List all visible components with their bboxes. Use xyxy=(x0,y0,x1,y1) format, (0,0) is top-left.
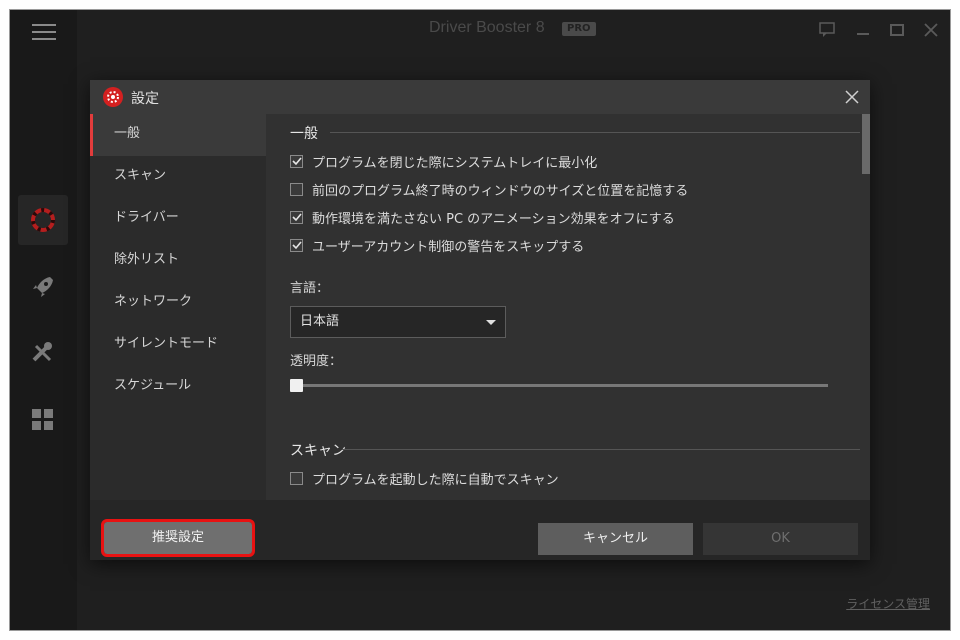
pro-badge: PRO xyxy=(562,22,596,36)
option-label: ユーザーアカウント制御の警告をスキップする xyxy=(312,239,585,255)
nav-action-center-icon[interactable] xyxy=(18,395,68,445)
minimize-icon[interactable] xyxy=(853,20,873,40)
transparency-label: 透明度： xyxy=(290,354,343,369)
cancel-button[interactable]: キャンセル xyxy=(538,523,693,555)
option-label: プログラムを閉じた際にシステムトレイに最小化 xyxy=(312,155,598,171)
option-remember-window-size[interactable]: 前回のプログラム終了時のウィンドウのサイズと位置を記憶する xyxy=(290,179,688,199)
settings-content: 一般 プログラムを閉じた際にシステムトレイに最小化 前回のプログラム終了時のウィ… xyxy=(266,114,870,500)
dialog-close-icon[interactable] xyxy=(842,87,862,107)
recommended-settings-button[interactable]: 推奨設定 xyxy=(101,519,255,557)
language-select[interactable]: 日本語 xyxy=(290,306,506,338)
checkbox-checked-icon[interactable] xyxy=(290,154,303,168)
app-title: Driver Booster 8 xyxy=(429,19,545,36)
checkbox-unchecked-icon[interactable] xyxy=(290,471,303,485)
nav-tools-icon[interactable] xyxy=(18,328,68,378)
close-app-icon[interactable] xyxy=(921,20,941,40)
feedback-icon[interactable] xyxy=(817,20,837,40)
app-window: Driver Booster 8 PRO ライセンス管理 設定 一般 スキャン … xyxy=(10,10,950,630)
settings-dialog: 設定 一般 スキャン ドライバー 除外リスト ネットワーク サイレントモード ス… xyxy=(90,80,870,560)
checkbox-checked-icon[interactable] xyxy=(290,238,303,252)
section-divider xyxy=(342,449,860,450)
sidebar-item-network[interactable]: ネットワーク xyxy=(90,282,266,324)
ok-button[interactable]: OK xyxy=(703,523,858,555)
content-scrollbar[interactable] xyxy=(862,114,870,500)
scrollbar-thumb[interactable] xyxy=(862,114,870,174)
sidebar-item-scan[interactable]: スキャン xyxy=(90,156,266,198)
left-nav-rail xyxy=(10,10,77,630)
sidebar-item-exclusion-list[interactable]: 除外リスト xyxy=(90,240,266,282)
checkbox-unchecked-icon[interactable] xyxy=(290,182,303,196)
section-divider xyxy=(330,132,860,133)
option-label: 前回のプログラム終了時のウィンドウのサイズと位置を記憶する xyxy=(312,183,689,199)
option-minimize-to-tray[interactable]: プログラムを閉じた際にシステムトレイに最小化 xyxy=(290,151,597,171)
transparency-slider-thumb[interactable] xyxy=(290,379,303,392)
option-auto-scan-on-start[interactable]: プログラムを起動した際に自動でスキャン xyxy=(290,468,559,488)
option-label: 動作環境を満たさない PC のアニメーション効果をオフにする xyxy=(312,211,675,227)
section-title-scan: スキャン xyxy=(290,443,346,459)
app-logo-icon xyxy=(102,86,124,108)
transparency-slider-track[interactable] xyxy=(296,384,828,387)
chevron-down-icon xyxy=(486,320,496,325)
license-management-link[interactable]: ライセンス管理 xyxy=(846,595,930,612)
dialog-title: 設定 xyxy=(131,91,159,107)
nav-scan-icon[interactable] xyxy=(18,195,68,245)
language-label: 言語： xyxy=(290,281,330,296)
sidebar-item-general[interactable]: 一般 xyxy=(90,114,266,156)
app-titlebar: Driver Booster 8 PRO xyxy=(77,10,950,50)
dialog-footer: 推奨設定 キャンセル OK xyxy=(90,500,870,560)
hamburger-menu-icon[interactable] xyxy=(32,24,56,42)
maximize-icon[interactable] xyxy=(887,20,907,40)
section-title-general: 一般 xyxy=(290,126,318,142)
sidebar-item-schedule[interactable]: スケジュール xyxy=(90,366,266,408)
option-label: プログラムを起動した際に自動でスキャン xyxy=(312,472,559,488)
sidebar-item-silent-mode[interactable]: サイレントモード xyxy=(90,324,266,366)
sidebar-item-driver[interactable]: ドライバー xyxy=(90,198,266,240)
settings-sidebar: 一般 スキャン ドライバー 除外リスト ネットワーク サイレントモード スケジュ… xyxy=(90,114,266,500)
nav-boost-rocket-icon[interactable] xyxy=(18,262,68,312)
option-skip-uac-warning[interactable]: ユーザーアカウント制御の警告をスキップする xyxy=(290,235,584,255)
checkbox-checked-icon[interactable] xyxy=(290,210,303,224)
language-value: 日本語 xyxy=(300,314,340,329)
dialog-titlebar: 設定 xyxy=(90,80,870,114)
option-disable-animation[interactable]: 動作環境を満たさない PC のアニメーション効果をオフにする xyxy=(290,207,675,227)
